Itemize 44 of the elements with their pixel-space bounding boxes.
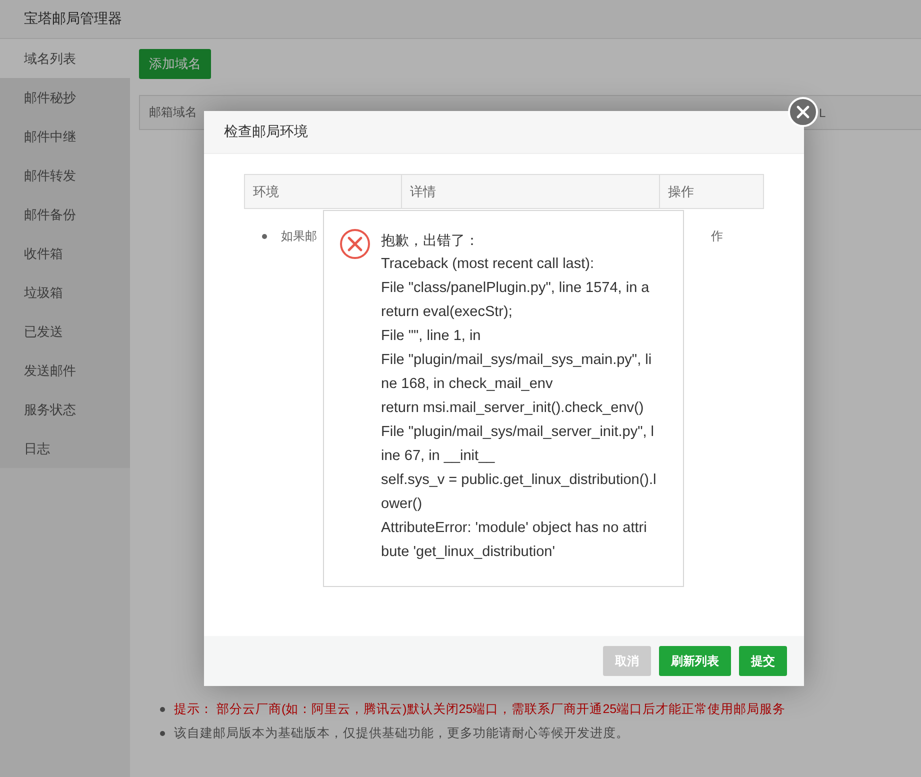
error-line: self.sys_v = public.get_linux_distribution().l: [381, 471, 656, 490]
sidebar-item[interactable]: 发送邮件: [0, 351, 130, 390]
sidebar-item[interactable]: 域名列表: [0, 39, 130, 78]
error-line: File "", line 1, in: [381, 327, 482, 346]
error-line: bute 'get_linux_distribution': [381, 543, 556, 562]
column-header: 邮箱域名: [148, 104, 198, 121]
bullet-icon: [160, 707, 165, 712]
note-text: 作: [711, 228, 723, 244]
column-header: 环境: [245, 175, 402, 208]
sidebar-item[interactable]: 邮件转发: [0, 156, 130, 195]
dialog-title: 检查邮局环境: [224, 123, 308, 141]
error-line: File "plugin/mail_sys/mail_server_init.py", l: [381, 423, 656, 442]
error-line: Traceback (most recent call last):: [381, 255, 595, 274]
sidebar-item[interactable]: 邮件秘抄: [0, 78, 130, 117]
sidebar-item[interactable]: 收件箱: [0, 234, 130, 273]
sidebar-item[interactable]: 服务状态: [0, 390, 130, 429]
sidebar-item[interactable]: 垃圾箱: [0, 273, 130, 312]
note-text: 提示： 部分云厂商(如：阿里云，腾讯云)默认关闭25端口，需联系厂商开通25端口后才能正常使用邮局服务: [174, 701, 786, 718]
note-text: 该自建邮局版本为基础版本，仅提供基础功能，更多功能请耐心等候开发进度。: [174, 724, 629, 742]
bullet-icon: [160, 730, 165, 736]
error-line: ower(): [381, 495, 424, 514]
column-header: 操作: [667, 182, 695, 200]
sidebar-item[interactable]: 邮件备份: [0, 195, 130, 234]
error-line: return eval(execStr);: [381, 303, 514, 322]
error-line: AttributeError: 'module' object has no attri: [381, 519, 648, 538]
app-title: 宝塔邮局管理器: [24, 10, 122, 28]
close-icon: [796, 105, 810, 119]
bullet-icon: [262, 234, 267, 238]
error-line: ine 67, in __init__: [381, 447, 496, 466]
error-title: 抱歉，出错了：: [381, 231, 480, 250]
error-icon: [339, 228, 371, 260]
error-line: ne 168, in check_mail_env: [381, 375, 554, 394]
column-header: 详情: [402, 175, 660, 208]
error-line: File "plugin/mail_sys/mail_sys_main.py", li: [381, 351, 653, 370]
sidebar-item[interactable]: 邮件中继: [0, 117, 130, 156]
action-button[interactable]: 提交: [739, 646, 787, 676]
add-domain-button[interactable]: 添加域名: [139, 49, 211, 79]
sidebar-item[interactable]: 日志: [0, 429, 130, 468]
error-line: File "class/panelPlugin.py", line 1574, in a: [381, 279, 650, 298]
error-line: return msi.mail_server_init().check_env(): [381, 399, 645, 418]
note-text: 如果邮: [281, 228, 317, 244]
sidebar-item[interactable]: 已发送: [0, 312, 130, 351]
column-header: L: [818, 106, 827, 120]
action-button[interactable]: 刷新列表: [659, 646, 731, 676]
